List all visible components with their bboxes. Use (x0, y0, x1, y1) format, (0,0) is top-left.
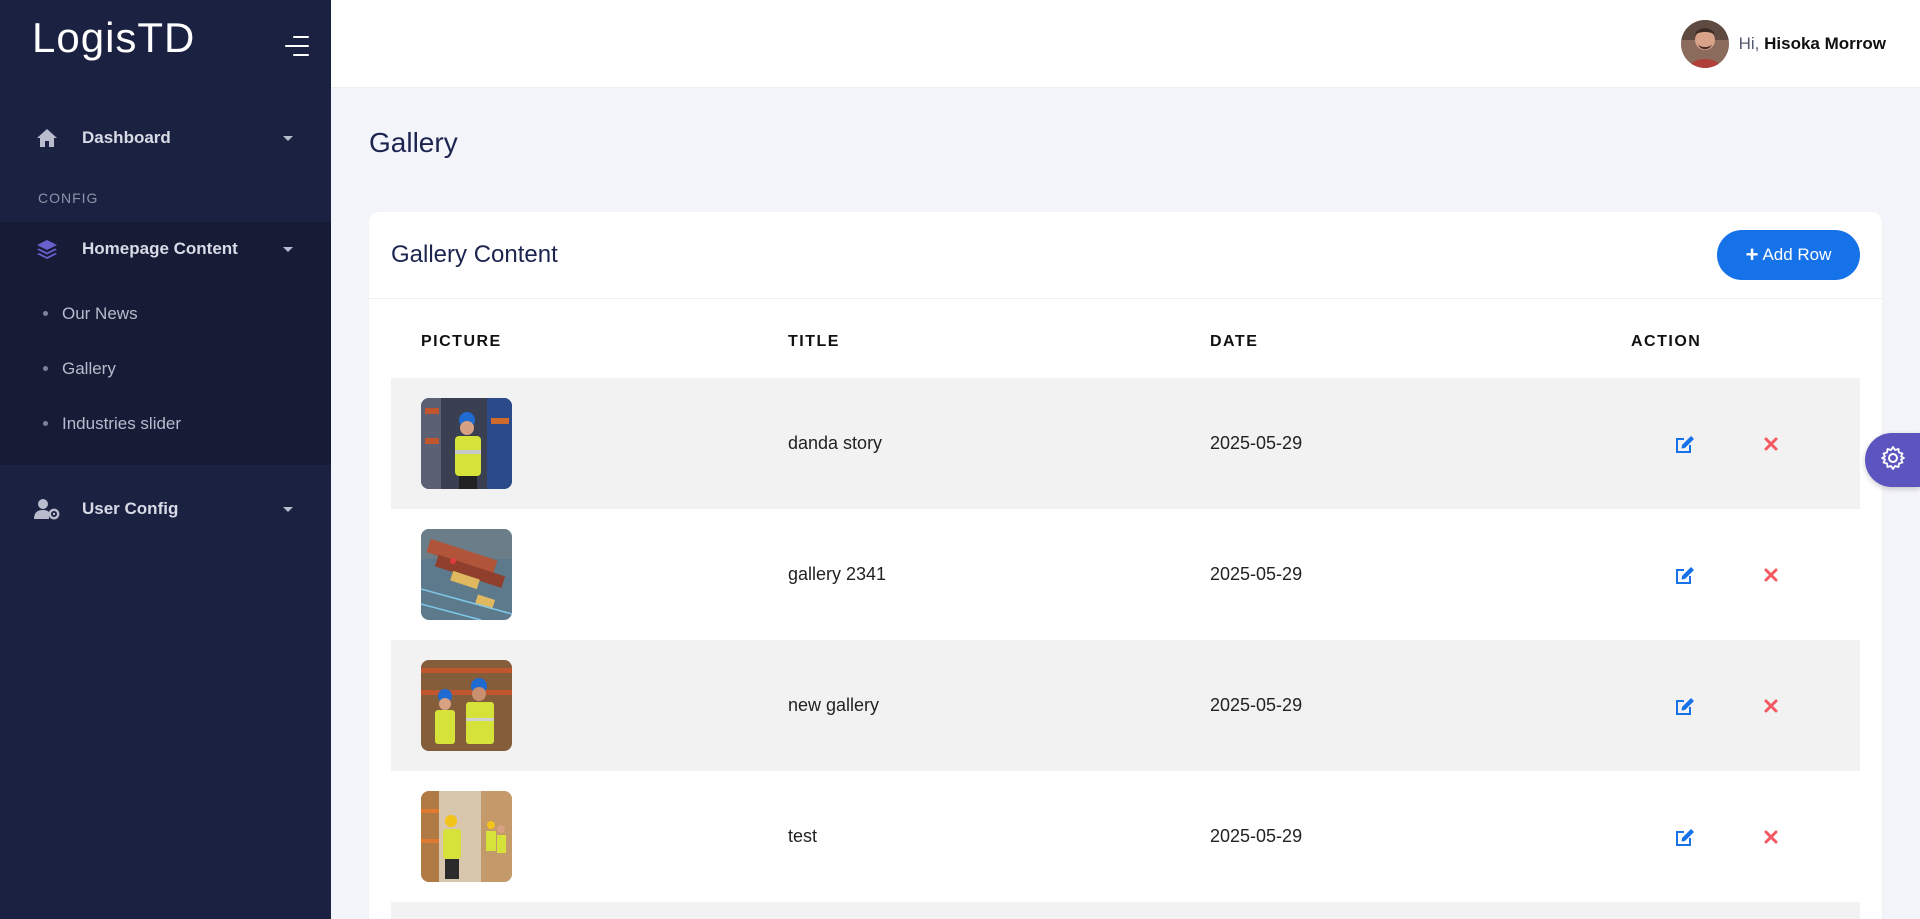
column-header-picture: PICTURE (421, 332, 502, 350)
user-name: Hisoka Morrow (1764, 33, 1886, 53)
delete-icon[interactable] (1756, 822, 1786, 852)
table-row: danda story 2025-05-29 (391, 378, 1860, 509)
settings-fab[interactable] (1865, 433, 1920, 487)
add-row-label: Add Row (1762, 245, 1832, 264)
greeting-text: Hi, Hisoka Morrow (1738, 33, 1886, 53)
sidebar: LogisTD Dashboard CONFIG Homepage Conten… (0, 0, 331, 919)
sidebar-item-label: User Config (82, 499, 179, 518)
caret-down-icon (283, 135, 293, 141)
brand-bar: LogisTD (0, 0, 331, 88)
row-date: 2025-05-29 (1210, 564, 1303, 584)
sidebar-item-label: Dashboard (82, 128, 171, 147)
gallery-thumbnail (421, 529, 512, 620)
row-title: gallery 2341 (788, 564, 887, 584)
table-row (391, 902, 1860, 919)
row-date: 2025-05-29 (1210, 826, 1303, 846)
sidebar-subitem-label: Gallery (62, 358, 116, 378)
edit-icon[interactable] (1670, 822, 1700, 852)
sidebar-item-user-config[interactable]: User Config (0, 479, 331, 539)
table-header-row: PICTURE TITLE DATE ACTION (391, 299, 1860, 378)
sidebar-toggle-icon[interactable] (285, 36, 309, 56)
sidebar-subitem-our-news[interactable]: Our News (0, 286, 331, 341)
add-row-button[interactable]: + Add Row (1717, 230, 1860, 280)
row-title: danda story (788, 433, 883, 453)
edit-icon[interactable] (1670, 429, 1700, 459)
delete-icon[interactable] (1756, 429, 1786, 459)
gallery-thumbnail (421, 791, 512, 882)
sidebar-subitem-gallery[interactable]: Gallery (0, 341, 331, 396)
row-actions (1630, 560, 1860, 590)
gallery-thumbnail (421, 660, 512, 751)
page-title: Gallery (369, 127, 458, 158)
caret-down-icon (283, 506, 293, 512)
sidebar-group-homepage: Homepage Content Our News Gallery Indust… (0, 222, 331, 465)
table-row: test 2025-05-29 (391, 771, 1860, 902)
sidebar-subitem-label: Our News (62, 303, 138, 323)
table-row: new gallery 2025-05-29 (391, 640, 1860, 771)
edit-icon[interactable] (1670, 691, 1700, 721)
sidebar-subitem-industries-slider[interactable]: Industries slider (0, 396, 331, 451)
card-header: Gallery Content + Add Row (369, 212, 1882, 299)
gear-icon (1880, 445, 1906, 476)
layers-icon (34, 238, 60, 260)
delete-icon[interactable] (1756, 560, 1786, 590)
caret-down-icon (283, 246, 293, 252)
bullet-icon (43, 421, 48, 426)
column-header-date: DATE (1210, 332, 1259, 350)
brand-logo-text: LogisTD (32, 14, 196, 61)
home-icon (34, 127, 60, 149)
section-label-config: CONFIG (38, 190, 99, 206)
sidebar-subitem-label: Industries slider (62, 413, 182, 433)
gallery-table: PICTURE TITLE DATE ACTION danda story 20… (391, 299, 1860, 919)
user-menu[interactable]: Hi, Hisoka Morrow (1680, 19, 1886, 68)
plus-icon: + (1745, 242, 1759, 267)
user-cog-icon (34, 498, 60, 520)
sidebar-item-homepage-content[interactable]: Homepage Content (0, 222, 331, 276)
topbar: Hi, Hisoka Morrow (331, 0, 1920, 88)
table-wrapper: PICTURE TITLE DATE ACTION danda story 20… (369, 299, 1882, 919)
bullet-icon (43, 366, 48, 371)
row-actions (1630, 822, 1860, 852)
delete-icon[interactable] (1756, 691, 1786, 721)
bullet-icon (43, 311, 48, 316)
row-actions (1630, 691, 1860, 721)
row-actions (1630, 429, 1860, 459)
row-title: new gallery (788, 695, 880, 715)
gallery-thumbnail (421, 398, 512, 489)
card-title: Gallery Content (391, 241, 558, 268)
sidebar-item-label: Homepage Content (82, 239, 238, 258)
row-date: 2025-05-29 (1210, 695, 1303, 715)
table-row: gallery 2341 2025-05-29 (391, 509, 1860, 640)
column-header-title: TITLE (788, 332, 840, 350)
avatar[interactable] (1680, 19, 1729, 68)
row-title: test (788, 826, 818, 846)
edit-icon[interactable] (1670, 560, 1700, 590)
gallery-card: Gallery Content + Add Row PICTURE TITLE … (369, 212, 1882, 919)
row-date: 2025-05-29 (1210, 433, 1303, 453)
column-header-action: ACTION (1631, 332, 1702, 350)
sidebar-item-dashboard[interactable]: Dashboard (0, 108, 331, 168)
